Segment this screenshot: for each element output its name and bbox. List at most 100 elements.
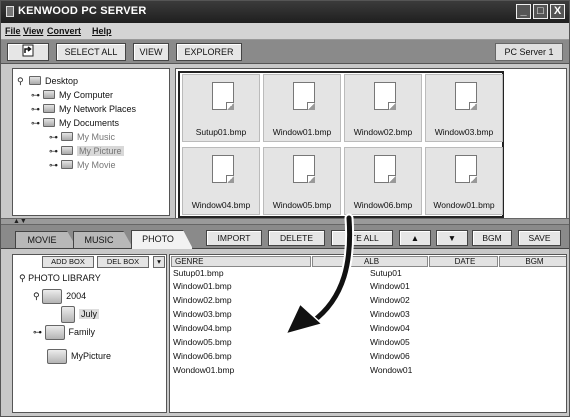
- move-down-button[interactable]: ▼: [436, 230, 468, 246]
- expand-icon: ⊶: [31, 104, 40, 114]
- pin-icon: ⚲: [17, 76, 24, 86]
- column-genre[interactable]: GENRE: [171, 256, 311, 267]
- tree-item-my-picture[interactable]: ⊶ My Picture: [49, 145, 124, 157]
- file-list: GENRE ALB DATE BGM Sutup01.bmp Sutup01 Wi…: [169, 254, 567, 413]
- image-file-icon: [455, 155, 477, 183]
- folder-icon: [43, 118, 55, 127]
- minimize-button[interactable]: _: [516, 4, 531, 19]
- tab-photo[interactable]: PHOTO: [131, 230, 193, 249]
- thumbnail-item[interactable]: Window05.bmp: [263, 147, 341, 215]
- image-file-icon: [455, 82, 477, 110]
- menu-view[interactable]: View: [23, 26, 43, 36]
- app-window: KENWOOD PC SERVER _ □ X File View Conver…: [0, 0, 570, 417]
- tab-bar: MOVIE MUSIC PHOTO IMPORT DELETE ETE ALL …: [1, 225, 569, 249]
- image-file-icon: [374, 155, 396, 183]
- menu-help[interactable]: Help: [92, 26, 112, 36]
- add-box-button[interactable]: ADD BOX: [42, 256, 94, 268]
- thumbnail-item[interactable]: Sutup01.bmp: [182, 74, 260, 142]
- image-file-icon: [212, 155, 234, 183]
- thumbnail-item[interactable]: Window03.bmp: [425, 74, 503, 142]
- folder-icon: [44, 325, 65, 340]
- library-node-family[interactable]: ⊶ Family: [33, 325, 95, 340]
- menu-bar: File View Convert Help: [1, 23, 569, 40]
- image-file-icon: [293, 82, 315, 110]
- column-album[interactable]: ALB: [312, 256, 428, 267]
- server-selector[interactable]: PC Server 1: [495, 43, 563, 61]
- thumbnail-item[interactable]: Window06.bmp: [344, 147, 422, 215]
- image-file-icon: [212, 82, 234, 110]
- maximize-button[interactable]: □: [533, 4, 548, 19]
- expand-icon: ⊶: [49, 132, 58, 142]
- folder-tree: ⚲ Desktop ⊶ My Computer ⊶ My Network Places…: [12, 68, 170, 216]
- library-node-mypicture[interactable]: MyPicture: [47, 349, 111, 364]
- table-row[interactable]: Window04.bmp Window04: [170, 322, 566, 335]
- folder-icon: [61, 160, 73, 169]
- scroll-down-icon[interactable]: ▾: [153, 256, 165, 268]
- save-button[interactable]: SAVE: [518, 230, 561, 246]
- thumbnail-item[interactable]: Window02.bmp: [344, 74, 422, 142]
- delete-all-button[interactable]: ETE ALL: [331, 230, 393, 246]
- menu-convert[interactable]: Convert: [47, 26, 81, 36]
- library-root[interactable]: ⚲ PHOTO LIBRARY: [19, 273, 101, 284]
- thumbnail-panel: Sutup01.bmp Window01.bmp Window02.bmp Wi…: [175, 68, 567, 220]
- thumbnail-item[interactable]: Wondow01.bmp: [425, 147, 503, 215]
- tree-item-my-music[interactable]: ⊶ My Music: [49, 131, 115, 143]
- tree-item-my-network-places[interactable]: ⊶ My Network Places: [31, 103, 136, 115]
- folder-up-icon: [22, 44, 34, 57]
- collapse-arrows-icon[interactable]: ▲▼: [13, 218, 27, 225]
- menu-file[interactable]: File: [5, 26, 21, 36]
- tab-movie[interactable]: MOVIE: [15, 231, 77, 248]
- library-node-july[interactable]: July: [61, 306, 100, 323]
- folder-icon: [61, 146, 73, 155]
- photo-library-panel: ADD BOX DEL BOX ▾ ⚲ PHOTO LIBRARY ⚲ 2004…: [12, 254, 167, 413]
- library-node-2004[interactable]: ⚲ 2004: [33, 289, 86, 304]
- folder-up-button[interactable]: [7, 43, 49, 61]
- table-row[interactable]: Window06.bmp Window06: [170, 350, 566, 363]
- expand-icon: ⊶: [49, 146, 58, 156]
- pin-icon: ⚲: [33, 290, 43, 301]
- move-up-button[interactable]: ▲: [399, 230, 431, 246]
- select-all-button[interactable]: SELECT ALL: [56, 43, 126, 61]
- column-bgm[interactable]: BGM: [499, 256, 566, 267]
- open-folder-icon: [61, 306, 75, 323]
- column-date[interactable]: DATE: [429, 256, 498, 267]
- folder-icon: [61, 132, 73, 141]
- expand-icon: ⊶: [31, 90, 40, 100]
- title-bar[interactable]: KENWOOD PC SERVER _ □ X: [1, 1, 569, 23]
- folder-icon: [43, 104, 55, 113]
- del-box-button[interactable]: DEL BOX: [97, 256, 149, 268]
- expand-icon: ⊶: [33, 326, 45, 337]
- panel-splitter[interactable]: ▲▼: [1, 218, 569, 225]
- tree-item-desktop[interactable]: ⚲ Desktop: [17, 75, 78, 87]
- table-row[interactable]: Window01.bmp Window01: [170, 280, 566, 293]
- expand-icon: ⊶: [31, 118, 40, 128]
- app-icon: [6, 6, 14, 17]
- bgm-button[interactable]: BGM: [472, 230, 512, 246]
- image-file-icon: [293, 155, 315, 183]
- table-row[interactable]: Window03.bmp Window03: [170, 308, 566, 321]
- table-row[interactable]: Window05.bmp Window05: [170, 336, 566, 349]
- delete-button[interactable]: DELETE: [268, 230, 325, 246]
- image-file-icon: [374, 82, 396, 110]
- view-button[interactable]: VIEW: [133, 43, 169, 61]
- folder-icon: [29, 76, 41, 85]
- window-title: KENWOOD PC SERVER: [18, 5, 147, 17]
- tree-item-my-documents[interactable]: ⊶ My Documents: [31, 117, 119, 129]
- tab-music[interactable]: MUSIC: [73, 231, 133, 248]
- tree-item-my-movie[interactable]: ⊶ My Movie: [49, 159, 116, 171]
- thumbnail-item[interactable]: Window01.bmp: [263, 74, 341, 142]
- close-button[interactable]: X: [550, 4, 565, 19]
- toolbar: SELECT ALL VIEW EXPLORER PC Server 1: [1, 40, 569, 64]
- folder-icon: [47, 349, 67, 364]
- table-row[interactable]: Window02.bmp Window02: [170, 294, 566, 307]
- thumbnail-item[interactable]: Window04.bmp: [182, 147, 260, 215]
- explorer-button[interactable]: EXPLORER: [176, 43, 242, 61]
- pin-icon: ⚲: [19, 273, 29, 283]
- folder-icon: [42, 289, 63, 304]
- import-button[interactable]: IMPORT: [206, 230, 262, 246]
- table-row[interactable]: Wondow01.bmp Wondow01: [170, 364, 566, 377]
- tree-item-my-computer[interactable]: ⊶ My Computer: [31, 89, 113, 101]
- folder-icon: [43, 90, 55, 99]
- expand-icon: ⊶: [49, 160, 58, 170]
- table-row[interactable]: Sutup01.bmp Sutup01: [170, 267, 566, 280]
